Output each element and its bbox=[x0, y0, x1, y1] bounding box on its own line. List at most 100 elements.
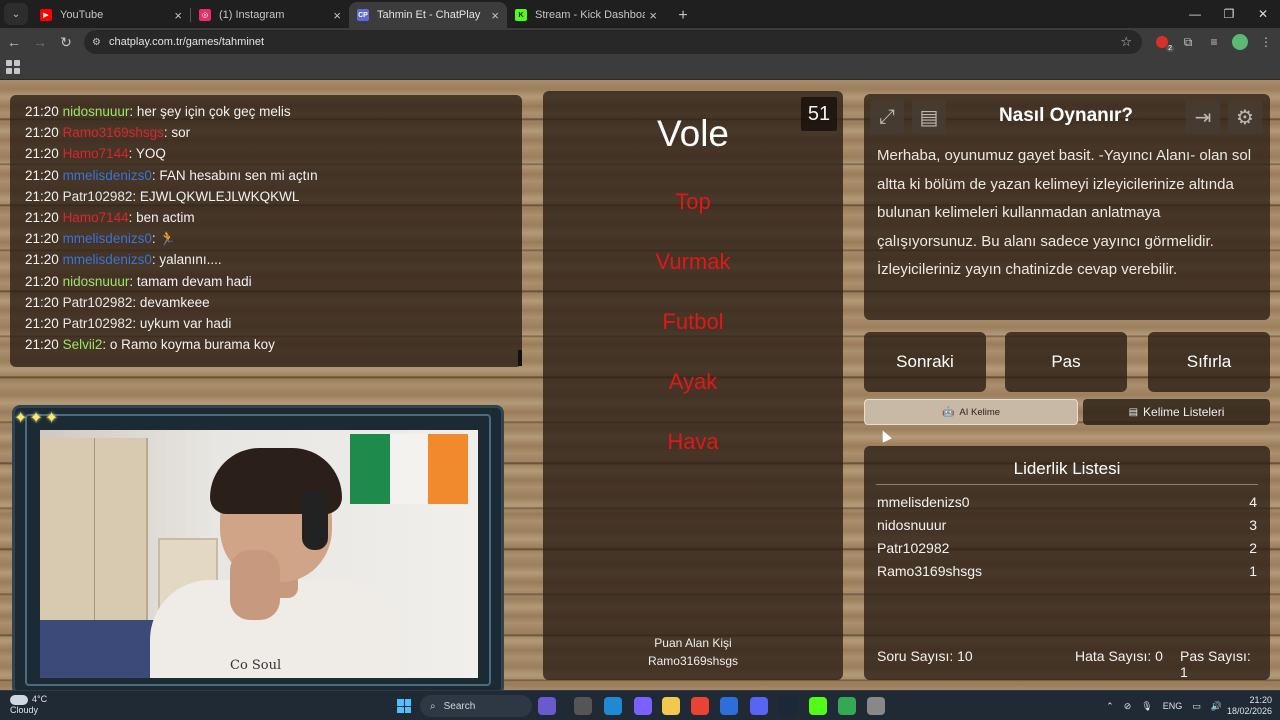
pass-count: Pas Sayısı: 1 bbox=[1180, 648, 1251, 680]
close-tab-icon[interactable]: × bbox=[174, 8, 182, 23]
chat-username[interactable]: nidosnuuur bbox=[63, 104, 130, 119]
clock[interactable]: 21:20 18/02/2026 bbox=[1227, 695, 1272, 717]
webcam-flag bbox=[350, 434, 468, 504]
leaderboard-row: Patr102982 2 bbox=[877, 540, 1257, 556]
weather-widget[interactable]: 4°C Cloudy bbox=[10, 694, 47, 716]
chat-username[interactable]: Selvii2 bbox=[63, 337, 103, 352]
chat-username[interactable]: Patr102982 bbox=[63, 295, 133, 310]
close-tab-icon[interactable]: × bbox=[649, 8, 657, 23]
tab-title: (1) Instagram bbox=[219, 9, 285, 21]
chat-username[interactable]: mmelisdenizs0 bbox=[63, 168, 152, 183]
media-queue-icon[interactable]: ≡ bbox=[1204, 32, 1224, 52]
ai-word-button[interactable]: 🤖 AI Kelime bbox=[864, 399, 1078, 425]
scorer-name: Ramo3169shsgs bbox=[647, 654, 739, 668]
tray-app-icon[interactable]: ⊘ bbox=[1124, 701, 1132, 712]
search-icon: ⌕ bbox=[430, 700, 436, 712]
extensions-puzzle-icon[interactable]: ⧉ bbox=[1178, 32, 1198, 52]
fullscreen-icon[interactable]: ⤢ bbox=[870, 100, 904, 134]
tab-kick[interactable]: K Stream - Kick Dashboard × bbox=[507, 2, 665, 28]
robot-icon: 🤖 bbox=[941, 406, 955, 418]
notes-icon[interactable]: ▤ bbox=[912, 100, 946, 134]
kick-icon: K bbox=[515, 9, 527, 21]
mouse-cursor-icon bbox=[878, 428, 892, 443]
bookmark-star-icon[interactable]: ☆ bbox=[1120, 34, 1132, 50]
tab-instagram[interactable]: ◎ (1) Instagram × bbox=[191, 2, 349, 28]
widget-app-icon[interactable] bbox=[538, 697, 556, 715]
leaderboard-row: nidosnuuur 3 bbox=[877, 517, 1257, 533]
apps-grid-icon[interactable] bbox=[6, 60, 20, 74]
chrome-icon[interactable] bbox=[691, 697, 709, 715]
chat-timestamp: 21:20 bbox=[25, 252, 59, 268]
chat-username[interactable]: mmelisdenizs0 bbox=[63, 231, 152, 246]
window-controls: — ❐ ✕ bbox=[1178, 0, 1280, 28]
site-info-icon[interactable]: ⚙ bbox=[92, 37, 101, 48]
chat-username[interactable]: Ramo3169shsgs bbox=[63, 125, 164, 140]
chat-text: : 🏃 bbox=[151, 231, 177, 247]
settings-icon[interactable]: ⚙ bbox=[1228, 100, 1262, 134]
chat-message: 21:20 Selvii2: o Ramo koyma burama koy bbox=[25, 334, 522, 355]
leaderboard-divider bbox=[876, 484, 1258, 485]
ai-word-label: AI Kelime bbox=[959, 406, 1001, 418]
word-lists-label: Kelime Listeleri bbox=[1143, 405, 1225, 419]
minimize-icon[interactable]: — bbox=[1178, 0, 1212, 28]
profile-avatar-icon[interactable] bbox=[1230, 32, 1250, 52]
reset-button[interactable]: Sıfırla bbox=[1148, 332, 1270, 392]
exit-icon[interactable]: ⇥ bbox=[1186, 100, 1220, 134]
chat-text: : yalanını.... bbox=[151, 252, 222, 268]
chrome-active-icon[interactable] bbox=[838, 697, 856, 715]
chat-message: 21:20 Hamo7144: ben actim bbox=[25, 207, 522, 228]
settings-app-icon[interactable] bbox=[867, 697, 885, 715]
microphone-icon[interactable]: 🎙 bbox=[1141, 701, 1152, 712]
file-explorer-icon[interactable] bbox=[662, 697, 680, 715]
chat-username[interactable]: nidosnuuur bbox=[63, 274, 130, 289]
tab-search-button[interactable]: ⌄ bbox=[4, 3, 28, 25]
address-bar[interactable]: ⚙ chatplay.com.tr/games/tahminet ☆ bbox=[84, 30, 1142, 54]
pass-button[interactable]: Pas bbox=[1005, 332, 1127, 392]
steam-icon[interactable] bbox=[779, 697, 797, 715]
volume-icon[interactable]: 🔊 bbox=[1211, 701, 1222, 712]
chat-text: : FAN hesabını sen mi açtın bbox=[151, 167, 318, 183]
language-indicator[interactable]: ENG bbox=[1163, 701, 1183, 711]
new-tab-button[interactable]: + bbox=[671, 4, 695, 28]
chat-username[interactable]: Hamo7144 bbox=[63, 210, 129, 225]
tray-chevron-icon[interactable]: ⌃ bbox=[1106, 701, 1114, 712]
windows-taskbar: 4°C Cloudy ⌕ Search ⌃ ⊘ 🎙 ENG ▭ 🔊 21:20 … bbox=[0, 690, 1280, 720]
chat-timestamp: 21:20 bbox=[25, 146, 59, 162]
task-view-icon[interactable] bbox=[574, 697, 592, 715]
chat-username[interactable]: Hamo7144 bbox=[63, 146, 129, 161]
chat-message: 21:20 mmelisdenizs0: 🏃 bbox=[25, 228, 522, 249]
chat-scrollbar[interactable] bbox=[518, 350, 522, 366]
browser-menu-icon[interactable]: ⋮ bbox=[1256, 32, 1276, 52]
word-lists-button[interactable]: ▤ Kelime Listeleri bbox=[1083, 399, 1270, 425]
edge-icon[interactable] bbox=[604, 697, 622, 715]
close-tab-icon[interactable]: × bbox=[333, 8, 341, 23]
tab-chatplay[interactable]: CP Tahmin Et - ChatPlay × bbox=[349, 2, 507, 28]
player-score: 2 bbox=[1249, 540, 1257, 556]
chat-username[interactable]: mmelisdenizs0 bbox=[63, 252, 152, 267]
back-icon[interactable]: ← bbox=[2, 30, 26, 54]
forward-icon[interactable]: → bbox=[28, 30, 52, 54]
copilot-icon[interactable] bbox=[634, 697, 652, 715]
next-button[interactable]: Sonraki bbox=[864, 332, 986, 392]
weather-temp: 4°C bbox=[32, 694, 48, 704]
player-name: nidosnuuur bbox=[877, 517, 947, 533]
player-score: 3 bbox=[1249, 517, 1257, 533]
close-tab-icon[interactable]: × bbox=[491, 8, 499, 23]
extension-icon[interactable]: 2 bbox=[1152, 32, 1174, 52]
chat-text: : tamam devam hadi bbox=[129, 273, 252, 289]
discord-icon[interactable] bbox=[750, 697, 768, 715]
chat-username[interactable]: Patr102982 bbox=[63, 189, 133, 204]
chat-text: : uykum var hadi bbox=[132, 316, 232, 332]
store-icon[interactable] bbox=[720, 697, 738, 715]
reload-icon[interactable]: ↻ bbox=[54, 30, 78, 54]
chat-text: : her şey için çok geç melis bbox=[129, 104, 291, 119]
close-window-icon[interactable]: ✕ bbox=[1246, 0, 1280, 28]
windows-start-icon[interactable] bbox=[397, 699, 411, 713]
chat-username[interactable]: Patr102982 bbox=[63, 316, 133, 331]
restore-icon[interactable]: ❐ bbox=[1212, 0, 1246, 28]
tab-youtube[interactable]: ▶ YouTube × bbox=[32, 2, 190, 28]
kick-app-icon[interactable] bbox=[809, 697, 827, 715]
taskbar-search[interactable]: ⌕ Search bbox=[420, 695, 532, 717]
leaderboard-row: Ramo3169shsgs 1 bbox=[877, 563, 1257, 579]
network-icon[interactable]: ▭ bbox=[1192, 701, 1201, 712]
